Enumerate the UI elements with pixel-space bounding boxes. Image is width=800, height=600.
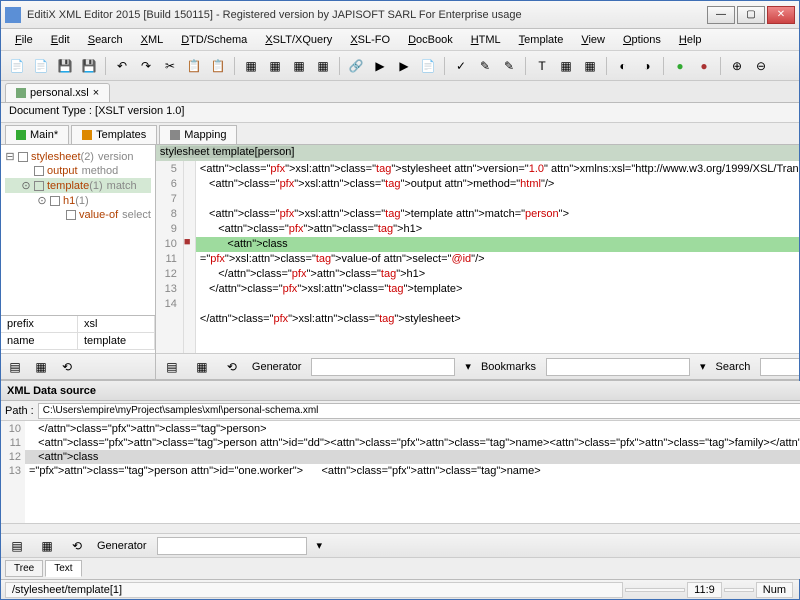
run-icon[interactable]: ▶ bbox=[370, 56, 390, 76]
grid-icon[interactable]: ▦ bbox=[580, 56, 600, 76]
document-type: Document Type : [XSLT version 1.0] bbox=[1, 103, 799, 123]
menu-file[interactable]: File bbox=[7, 32, 41, 48]
zoom-out-icon[interactable]: ⊖ bbox=[751, 56, 771, 76]
minimize-button[interactable]: — bbox=[707, 6, 735, 24]
path-input[interactable] bbox=[38, 403, 800, 419]
go-icon[interactable]: ● bbox=[670, 56, 690, 76]
paste-icon[interactable]: 📋 bbox=[208, 56, 228, 76]
status-position: 11:9 bbox=[687, 582, 722, 598]
zoom-in-icon[interactable]: ⊕ bbox=[727, 56, 747, 76]
menu-search[interactable]: Search bbox=[80, 32, 131, 48]
window-title: EditiX XML Editor 2015 [Build 150115] - … bbox=[27, 9, 705, 21]
file-tab[interactable]: personal.xsl × bbox=[5, 83, 110, 102]
tree-node[interactable]: value-ofselect bbox=[5, 208, 151, 222]
table-icon[interactable]: ▦ bbox=[556, 56, 576, 76]
tree-node[interactable]: ⊙h1 (1) bbox=[5, 193, 151, 208]
generator2-input[interactable] bbox=[157, 537, 307, 555]
search-label: Search bbox=[716, 361, 751, 373]
copy-icon[interactable]: 📋 bbox=[184, 56, 204, 76]
sub-tab-templates[interactable]: Templates bbox=[71, 125, 157, 144]
app-icon bbox=[5, 7, 21, 23]
redo-icon[interactable]: ↷ bbox=[136, 56, 156, 76]
src-tab-text[interactable]: Text bbox=[45, 560, 81, 577]
path-label: Path : bbox=[5, 405, 34, 417]
doc-icon[interactable]: 📄 bbox=[418, 56, 438, 76]
search-input[interactable] bbox=[760, 358, 799, 376]
xml-source-title: XML Data source bbox=[7, 385, 800, 397]
save-icon[interactable]: 💾 bbox=[55, 56, 75, 76]
tree-node[interactable]: ⊙template (1)match bbox=[5, 178, 151, 193]
undo-icon[interactable]: ↶ bbox=[112, 56, 132, 76]
xml-source-editor[interactable]: 10111213 </attn">class="pfx">attn">class… bbox=[1, 421, 800, 523]
refresh-icon[interactable]: ⟲ bbox=[57, 357, 77, 377]
status-xpath: /stylesheet/template[1] bbox=[5, 582, 623, 598]
menu-dtd/schema[interactable]: DTD/Schema bbox=[173, 32, 255, 48]
menu-xsl-fo[interactable]: XSL-FO bbox=[342, 32, 398, 48]
refresh2-icon[interactable]: ⟲ bbox=[222, 357, 242, 377]
check-icon[interactable]: ✓ bbox=[451, 56, 471, 76]
list2-icon[interactable]: ▤ bbox=[162, 357, 182, 377]
bookmarks-input[interactable] bbox=[546, 358, 690, 376]
breadcrumb: stylesheet template[person] bbox=[156, 145, 799, 161]
new-doc-icon[interactable]: 📄 bbox=[31, 56, 51, 76]
file-tab-bar: personal.xsl × bbox=[1, 81, 799, 103]
menu-html[interactable]: HTML bbox=[463, 32, 509, 48]
text-icon[interactable]: T bbox=[532, 56, 552, 76]
menu-xslt/xquery[interactable]: XSLT/XQuery bbox=[257, 32, 340, 48]
cut-icon[interactable]: ✂ bbox=[160, 56, 180, 76]
generator-label: Generator bbox=[252, 361, 302, 373]
grid4-icon[interactable]: ▦ bbox=[37, 536, 57, 556]
code-editor[interactable]: 567891011121314 ■ <attn">class="pfx">xsl… bbox=[156, 161, 799, 353]
status-mode: Num bbox=[756, 582, 793, 598]
tree-node[interactable]: ⊟stylesheet (2)version bbox=[5, 149, 151, 164]
grid3-icon[interactable]: ▦ bbox=[192, 357, 212, 377]
src-tab-tree[interactable]: Tree bbox=[5, 560, 43, 577]
menu-xml[interactable]: XML bbox=[133, 32, 172, 48]
sub-tab-main[interactable]: Main* bbox=[5, 125, 69, 144]
link-icon[interactable]: 🔗 bbox=[346, 56, 366, 76]
tree-icon[interactable]: ▦ bbox=[241, 56, 261, 76]
bookmarks-label: Bookmarks bbox=[481, 361, 536, 373]
save-all-icon[interactable]: 💾 bbox=[79, 56, 99, 76]
wand-icon[interactable]: ✎ bbox=[475, 56, 495, 76]
stop-icon[interactable]: ▶ bbox=[394, 56, 414, 76]
close-button[interactable]: ✕ bbox=[767, 6, 795, 24]
grid2-icon[interactable]: ▦ bbox=[31, 357, 51, 377]
tree-toolbar: ▤ ▦ ⟲ bbox=[1, 353, 155, 379]
new-icon[interactable]: 📄 bbox=[7, 56, 27, 76]
menu-docbook[interactable]: DocBook bbox=[400, 32, 461, 48]
scrollbar[interactable] bbox=[1, 523, 800, 533]
list-icon[interactable]: ▤ bbox=[5, 357, 25, 377]
menu-options[interactable]: Options bbox=[615, 32, 669, 48]
menu-view[interactable]: View bbox=[573, 32, 613, 48]
properties-table: prefixxslnametemplate bbox=[1, 315, 155, 353]
validate-icon[interactable]: ▦ bbox=[265, 56, 285, 76]
refresh4-icon[interactable]: ⟲ bbox=[67, 536, 87, 556]
menu-bar: FileEditSearchXMLDTD/SchemaXSLT/XQueryXS… bbox=[1, 29, 799, 51]
list3-icon[interactable]: ▤ bbox=[7, 536, 27, 556]
sub-tab-bar: Main*TemplatesMapping bbox=[1, 123, 799, 145]
menu-help[interactable]: Help bbox=[671, 32, 710, 48]
status-bar: /stylesheet/template[1] 11:9 Num bbox=[1, 579, 799, 599]
generator-bar: ▤ ▦ ⟲ Generator ▾ Bookmarks ▾ Search bbox=[156, 353, 799, 379]
tree-node[interactable]: outputmethod bbox=[5, 164, 151, 178]
sub-tab-mapping[interactable]: Mapping bbox=[159, 125, 237, 144]
settings-icon[interactable]: ▦ bbox=[313, 56, 333, 76]
file-tab-label: personal.xsl bbox=[30, 87, 89, 99]
record-icon[interactable]: ● bbox=[694, 56, 714, 76]
maximize-button[interactable]: ▢ bbox=[737, 6, 765, 24]
menu-template[interactable]: Template bbox=[511, 32, 572, 48]
xsl-file-icon bbox=[16, 88, 26, 98]
close-tab-icon[interactable]: × bbox=[93, 87, 99, 99]
uncomment-icon[interactable]: ◑ bbox=[637, 56, 657, 76]
menu-edit[interactable]: Edit bbox=[43, 32, 78, 48]
outline-tree[interactable]: ⊟stylesheet (2)versionoutputmethod⊙templ… bbox=[1, 145, 155, 315]
generator-input[interactable] bbox=[311, 358, 455, 376]
main-toolbar: 📄 📄 💾 💾 ↶ ↷ ✂ 📋 📋 ▦ ▦ ▦ ▦ 🔗 ▶ ▶ 📄 ✓ ✎ ✎ … bbox=[1, 51, 799, 81]
title-bar: EditiX XML Editor 2015 [Build 150115] - … bbox=[1, 1, 799, 29]
brush-icon[interactable]: ✎ bbox=[499, 56, 519, 76]
comment-icon[interactable]: ◐ bbox=[613, 56, 633, 76]
format-icon[interactable]: ▦ bbox=[289, 56, 309, 76]
